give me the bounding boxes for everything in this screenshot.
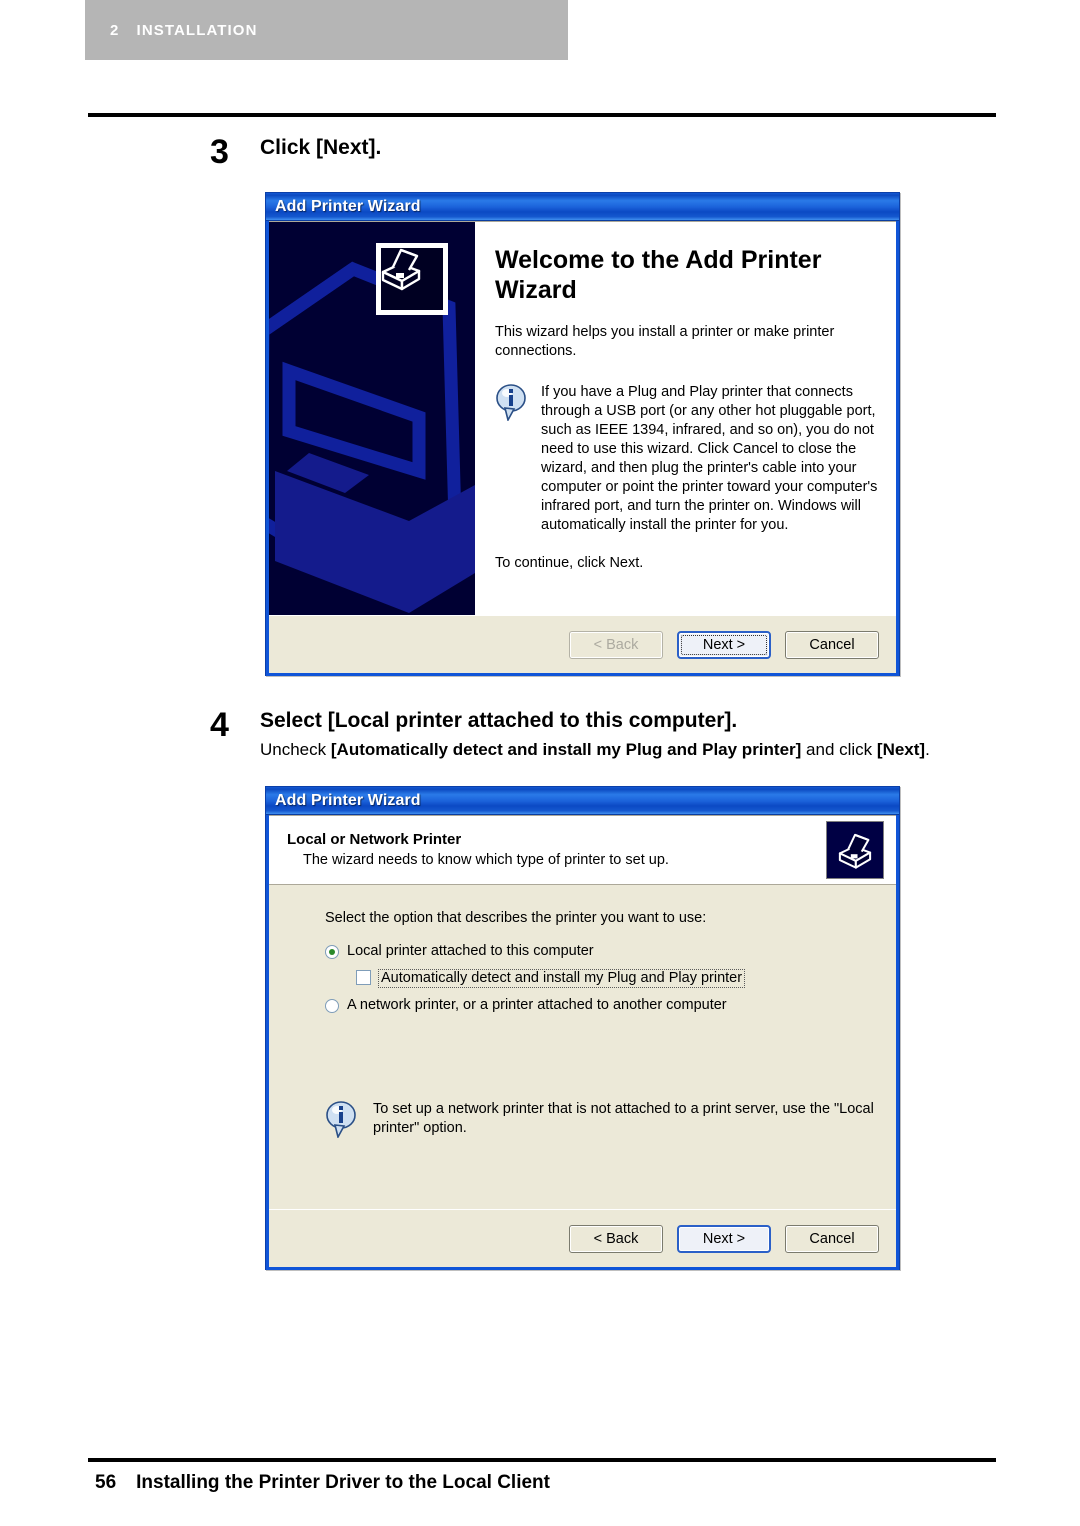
option-prompt: Select the option that describes the pri… [325,910,707,926]
cancel-button-label: Cancel [809,1230,855,1247]
dialog2-title: Add Printer Wizard [275,791,421,809]
checkbox-autodetect-label: Automatically detect and install my Plug… [378,969,746,988]
radio-network-printer[interactable]: A network printer, or a printer attached… [325,997,896,1014]
next-button[interactable]: Next > [677,630,771,659]
back-button-label: < Back [593,636,639,653]
dialog-title: Add Printer Wizard [275,197,421,215]
footer-rule [88,1458,996,1462]
network-note: To set up a network printer that is not … [325,1100,896,1143]
step-4-sub-suffix: . [925,740,930,759]
wizard-banner [269,221,475,615]
next-button[interactable]: Next > [677,1224,771,1253]
chapter-number: 2 [110,21,119,39]
checkbox-autodetect-box[interactable] [356,970,371,985]
next-button-label: Next > [702,1230,746,1247]
cancel-button-label: Cancel [809,636,855,653]
step-3-title: Click [Next]. [260,136,382,159]
chapter-banner: 2 INSTALLATION [85,0,568,60]
wizard-welcome-content: Welcome to the Add Printer Wizard This w… [475,221,896,615]
network-note-text: To set up a network printer that is not … [373,1101,874,1136]
step-4-sub-mid: and click [801,740,877,759]
wizard-banner-icon [376,243,448,315]
radio-local-printer[interactable]: Local printer attached to this computer [325,943,896,960]
dialog2-titlebar[interactable]: Add Printer Wizard [266,787,899,815]
page-footer: 56 Installing the Printer Driver to the … [95,1472,550,1494]
dialog2-button-bar: < Back Next > Cancel [269,815,896,1267]
step-4-sub-bold1: [Automatically detect and install my Plu… [330,740,802,759]
checkbox-autodetect[interactable]: Automatically detect and install my Plug… [356,969,896,988]
header-rule [88,113,996,117]
welcome-note: If you have a Plug and Play printer that… [495,383,878,535]
wizard-page-body: Select the option that describes the pri… [269,885,896,1209]
step-3: 3 Click [Next]. [210,135,382,169]
step-4-subtitle: Uncheck [Automatically detect and instal… [260,739,930,761]
chapter-title: INSTALLATION [136,21,258,39]
add-printer-wizard-local-dialog[interactable]: Add Printer Wizard Local or Network Prin… [265,786,900,1270]
cancel-button[interactable]: Cancel [785,630,879,659]
step-4-title: Select [Local printer attached to this c… [260,709,738,732]
welcome-note-text: If you have a Plug and Play printer that… [541,384,878,533]
radio-local-printer-label: Local printer attached to this computer [347,943,594,959]
wizard-page-title: Local or Network Printer [287,831,462,848]
step-4-sub-prefix: Uncheck [260,740,331,759]
welcome-paragraph: This wizard helps you install a printer … [495,324,835,359]
info-icon [495,383,529,535]
step-4-sub-bold2: [Next] [876,740,926,759]
radio-network-printer-label: A network printer, or a printer attached… [347,997,727,1013]
info-icon [325,1100,359,1143]
wizard-page-header: Local or Network Printer The wizard need… [269,815,896,885]
radio-network-printer-indicator[interactable] [325,999,339,1013]
wizard-page-subtitle: The wizard needs to know which type of p… [303,852,669,868]
next-button-label: Next > [702,636,746,653]
step-3-number: 3 [210,133,229,171]
footer-title: Installing the Printer Driver to the Loc… [136,1472,550,1493]
add-printer-wizard-welcome-dialog[interactable]: Add Printer Wizard Welcome to the Add Pr… [265,192,900,676]
cancel-button[interactable]: Cancel [785,1224,879,1253]
back-button[interactable]: < Back [569,630,663,659]
welcome-heading: Welcome to the Add Printer Wizard [495,246,822,304]
radio-local-printer-indicator[interactable] [325,945,339,959]
wizard-header-icon [826,820,884,879]
welcome-continue-text: To continue, click Next. [495,555,644,571]
button-bar-separator [269,221,896,222]
dialog-titlebar[interactable]: Add Printer Wizard [266,193,899,221]
printer-icon [838,833,872,869]
step-4: 4 Select [Local printer attached to this… [210,708,930,761]
step-4-number: 4 [210,706,229,744]
back-button[interactable]: < Back [569,1224,663,1253]
printer-icon [381,248,421,291]
button-bar-separator [269,815,896,816]
dialog-button-bar: < Back Next > Cancel [269,221,896,673]
back-button-label: < Back [593,1230,639,1247]
footer-page-number: 56 [95,1472,117,1493]
